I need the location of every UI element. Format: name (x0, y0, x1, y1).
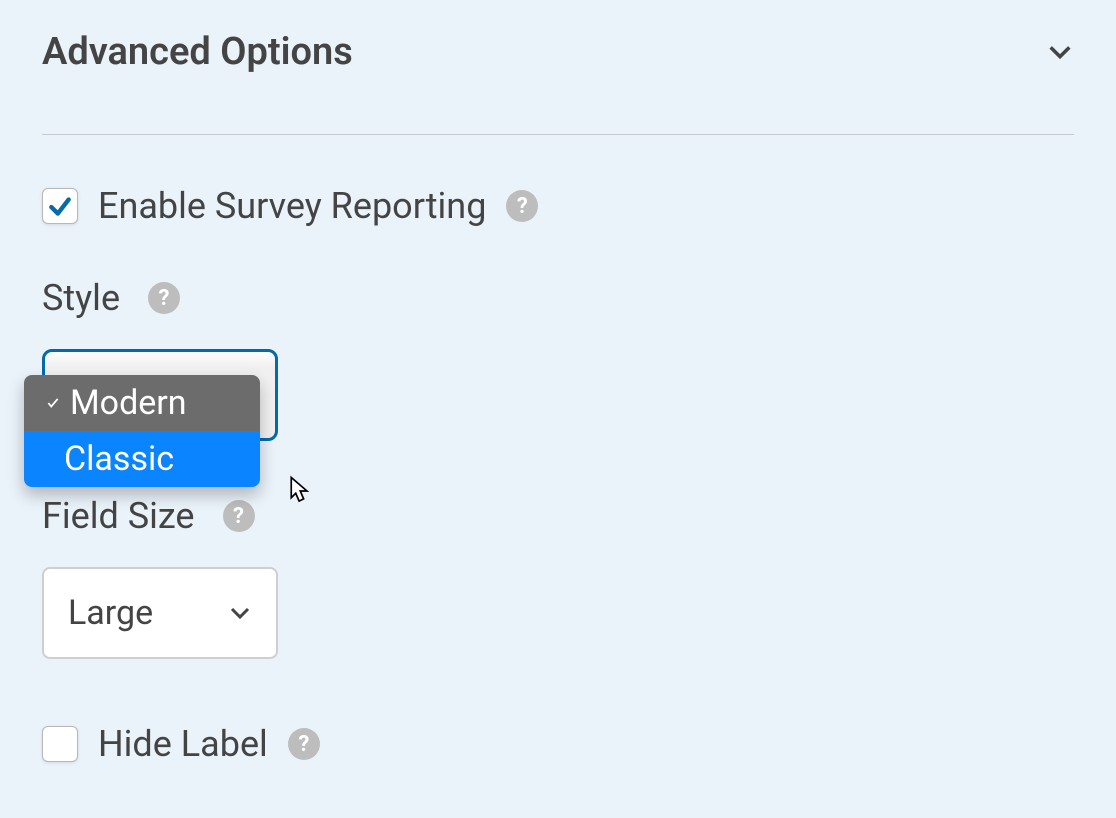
enable-survey-row: Enable Survey Reporting ? (42, 185, 1074, 227)
field-size-value: Large (68, 593, 153, 633)
hide-label-checkbox[interactable] (42, 726, 78, 762)
check-icon (42, 396, 64, 410)
style-dropdown-menu: Modern Classic (24, 375, 260, 487)
field-size-label: Field Size (42, 495, 195, 537)
chevron-down-icon (1046, 38, 1074, 66)
help-icon[interactable]: ? (223, 500, 255, 532)
help-icon[interactable]: ? (148, 282, 180, 314)
field-size-label-row: Field Size ? (42, 495, 1074, 537)
enable-survey-label: Enable Survey Reporting (98, 185, 486, 227)
style-option-modern[interactable]: Modern (24, 375, 260, 431)
dropdown-item-label: Classic (42, 439, 174, 479)
field-size-select[interactable]: Large (42, 567, 278, 659)
cursor-pointer-icon (280, 473, 316, 509)
hide-label-text: Hide Label (98, 723, 268, 765)
hide-label-row: Hide Label ? (42, 723, 1074, 765)
enable-survey-checkbox[interactable] (42, 188, 78, 224)
help-icon[interactable]: ? (288, 728, 320, 760)
style-option-classic[interactable]: Classic (24, 431, 260, 487)
chevron-down-icon (228, 601, 252, 625)
advanced-options-header[interactable]: Advanced Options (42, 30, 1074, 135)
style-select-container: Modern Classic (42, 349, 1074, 441)
section-title: Advanced Options (42, 30, 353, 74)
help-icon[interactable]: ? (506, 190, 538, 222)
style-label: Style (42, 277, 120, 319)
dropdown-item-label: Modern (70, 383, 187, 423)
style-label-row: Style ? (42, 277, 1074, 319)
